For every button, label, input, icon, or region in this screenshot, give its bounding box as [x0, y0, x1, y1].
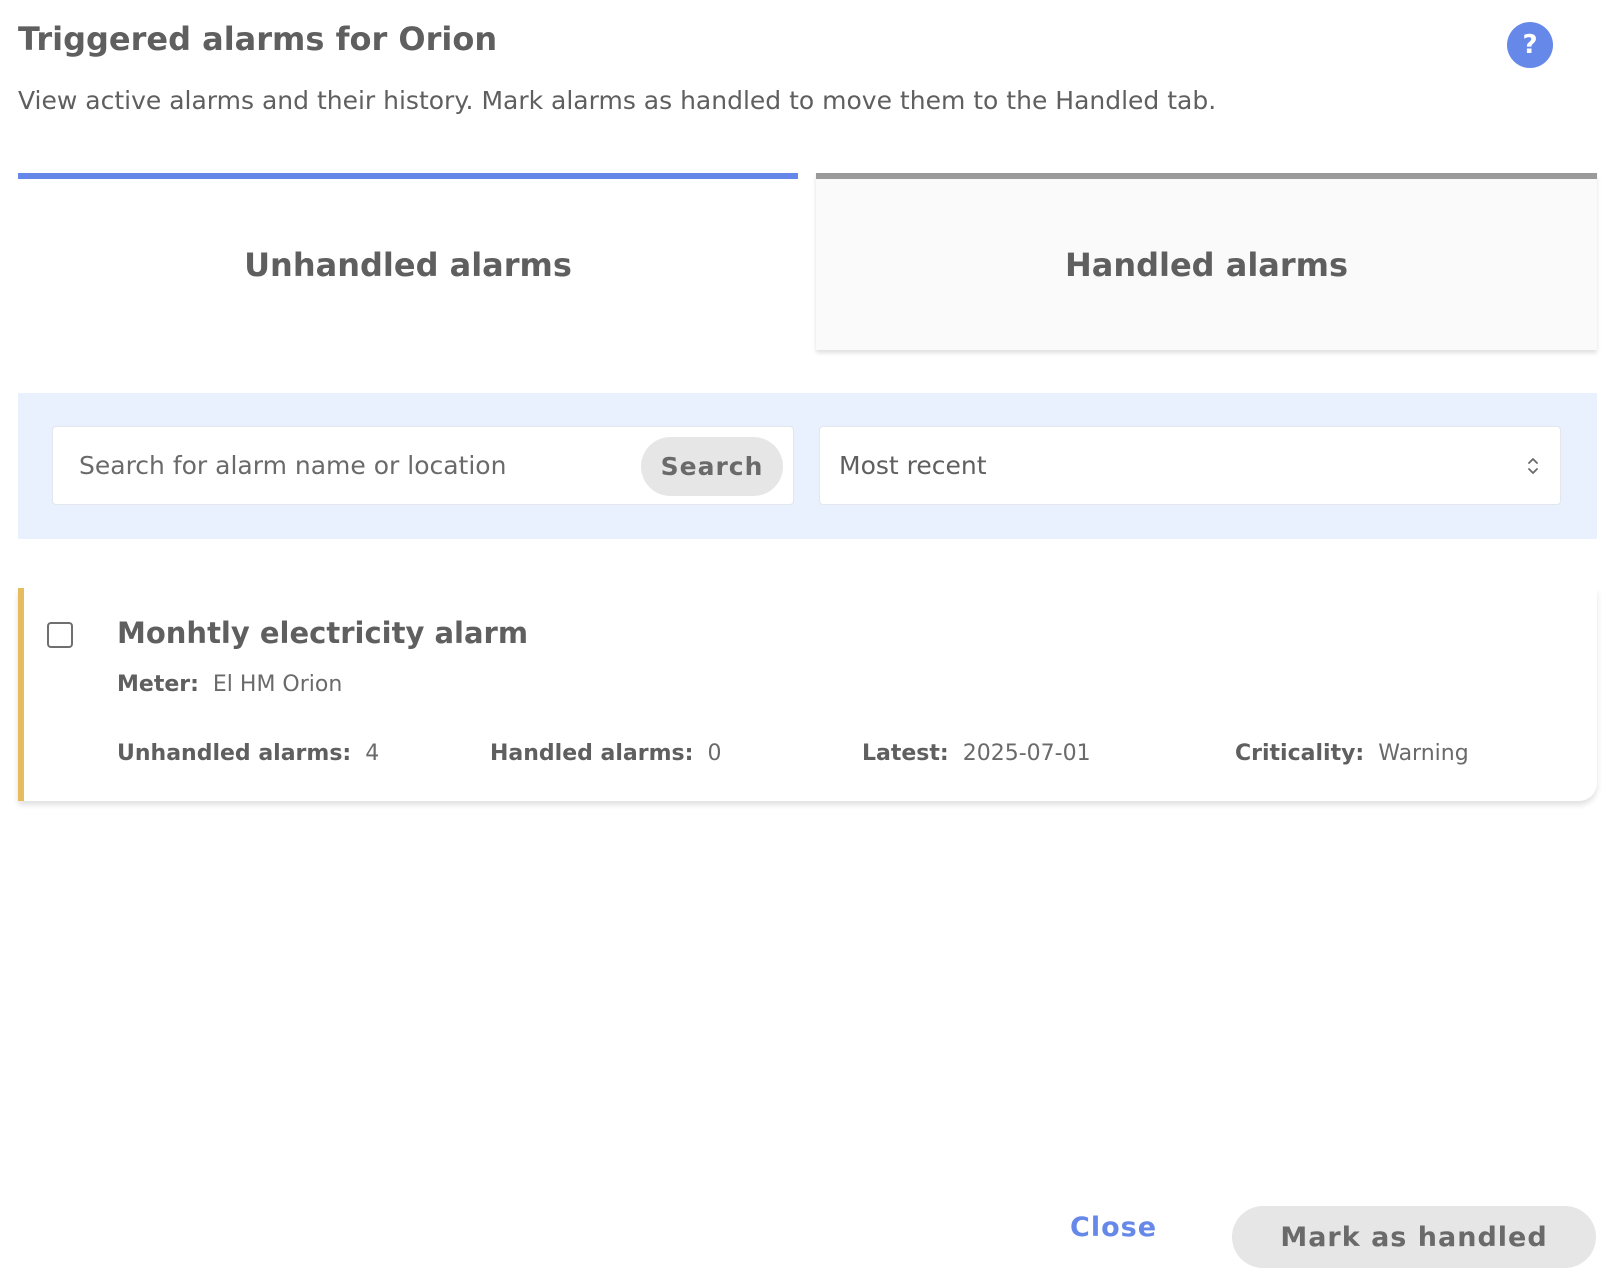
handled-count-stat: Handled alarms: 0: [490, 741, 721, 766]
search-button[interactable]: Search: [641, 437, 783, 496]
latest-label: Latest:: [862, 741, 949, 766]
handled-count-value: 0: [707, 741, 722, 766]
search-input[interactable]: [53, 427, 633, 504]
meter-value: El HM Orion: [212, 672, 343, 697]
sort-selected-value: Most recent: [839, 451, 987, 480]
sort-select[interactable]: Most recent: [819, 426, 1561, 505]
unhandled-count-stat: Unhandled alarms: 4: [117, 741, 379, 766]
latest-value: 2025-07-01: [962, 741, 1091, 766]
criticality-label: Criticality:: [1235, 741, 1365, 766]
latest-stat: Latest: 2025-07-01: [862, 741, 1091, 766]
chevron-up-down-icon: [1528, 458, 1538, 474]
help-button[interactable]: ?: [1507, 22, 1553, 68]
unhandled-count-label: Unhandled alarms:: [117, 741, 352, 766]
tab-unhandled-alarms[interactable]: Unhandled alarms: [18, 173, 798, 350]
alarm-card: Monhtly electricity alarm Meter: El HM Or…: [18, 588, 1597, 801]
filter-bar: Search Most recent: [18, 393, 1597, 539]
close-button[interactable]: Close: [1070, 1212, 1157, 1243]
page-title: Triggered alarms for Orion: [18, 20, 498, 58]
criticality-value: Warning: [1378, 741, 1469, 766]
criticality-stat: Criticality: Warning: [1235, 741, 1469, 766]
tab-handled-alarms[interactable]: Handled alarms: [816, 173, 1597, 350]
tab-label: Unhandled alarms: [244, 245, 572, 284]
meter-label: Meter:: [117, 672, 199, 697]
alarm-name: Monhtly electricity alarm: [117, 616, 529, 650]
question-mark-icon: ?: [1522, 30, 1538, 60]
tab-label: Handled alarms: [1064, 245, 1349, 284]
search-box: Search: [52, 426, 794, 505]
unhandled-count-value: 4: [365, 741, 380, 766]
alarm-meter: Meter: El HM Orion: [117, 672, 342, 697]
handled-count-label: Handled alarms:: [490, 741, 694, 766]
alarm-checkbox[interactable]: [47, 622, 73, 648]
page-subtitle: View active alarms and their history. Ma…: [18, 86, 1217, 115]
mark-as-handled-button[interactable]: Mark as handled: [1232, 1206, 1596, 1268]
